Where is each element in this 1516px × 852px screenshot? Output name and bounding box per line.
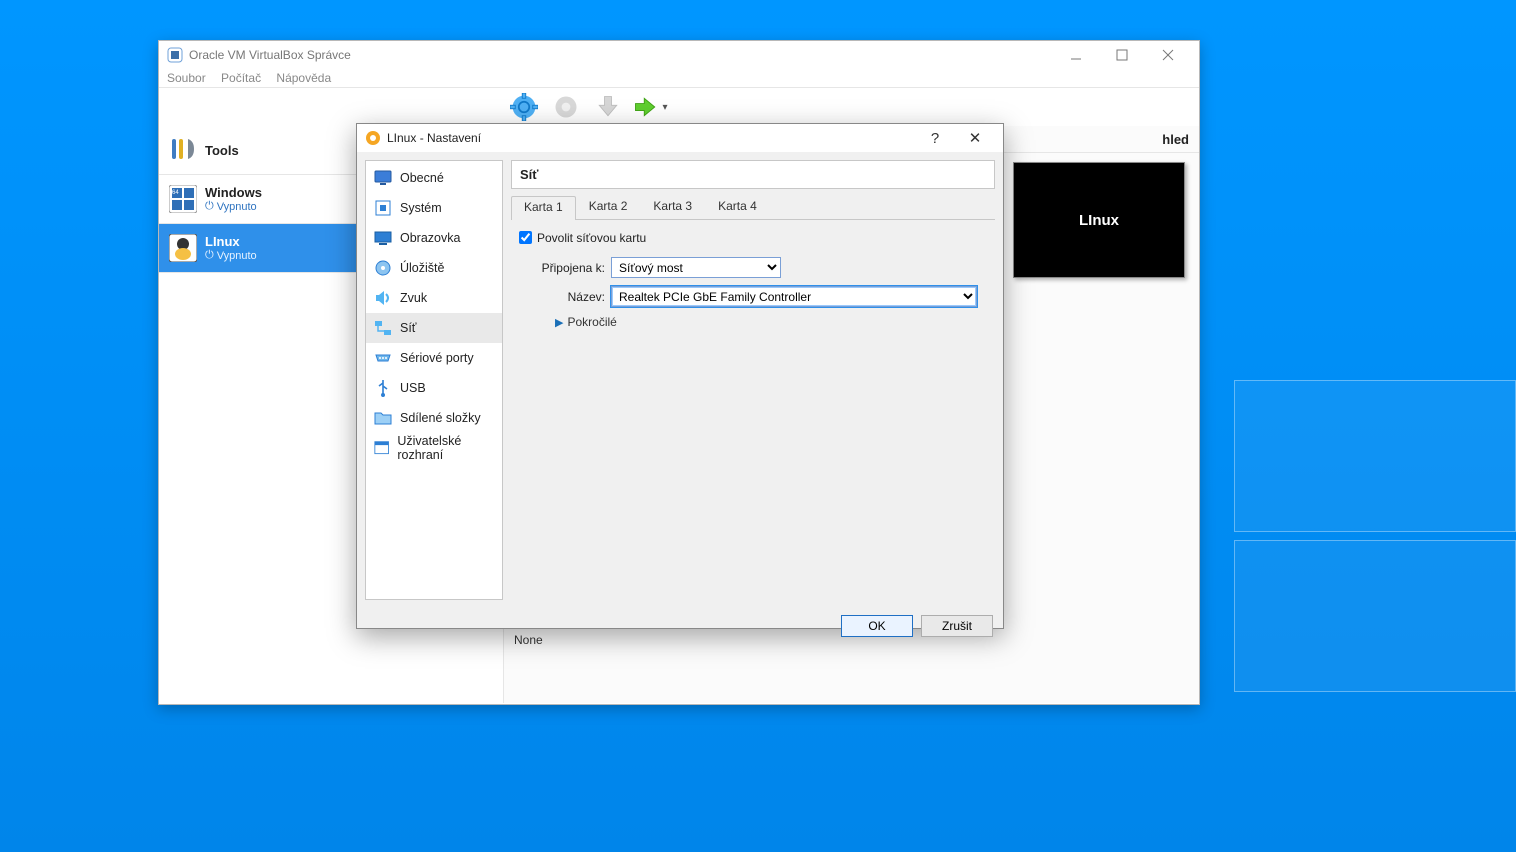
minimize-icon (1070, 49, 1082, 61)
serial-port-icon (374, 349, 392, 367)
settings-nav: Obecné Systém Obrazovka Úložiště Zvuk Sí… (365, 160, 503, 600)
menu-help[interactable]: Nápověda (276, 71, 331, 85)
ok-button[interactable]: OK (841, 615, 913, 637)
dialog-help-button[interactable]: ? (915, 124, 955, 152)
nav-general[interactable]: Obecné (366, 163, 502, 193)
gear-gray-icon (552, 93, 580, 121)
menu-machine[interactable]: Počítač (221, 71, 261, 85)
desktop-decoration (1234, 540, 1516, 692)
svg-text:64: 64 (171, 238, 178, 244)
nav-usb[interactable]: USB (366, 373, 502, 403)
advanced-label: Pokročilé (567, 315, 616, 329)
nav-label: Úložiště (400, 261, 444, 275)
svg-text:64: 64 (172, 190, 179, 196)
enable-adapter-checkbox[interactable] (519, 231, 532, 244)
minimize-button[interactable] (1053, 41, 1099, 69)
nav-label: Sériové porty (400, 351, 474, 365)
nav-label: Systém (400, 201, 442, 215)
tab-adapter-3[interactable]: Karta 3 (640, 195, 705, 219)
tools-label: Tools (205, 143, 239, 158)
advanced-expander[interactable]: ▶ Pokročilé (555, 315, 991, 329)
discard-button[interactable] (587, 89, 629, 125)
gear-blue-icon (510, 93, 538, 121)
nav-network[interactable]: Síť (366, 313, 502, 343)
nav-label: Zvuk (400, 291, 427, 305)
virtualbox-icon (167, 47, 183, 63)
nav-label: USB (400, 381, 426, 395)
tab-adapter-4[interactable]: Karta 4 (705, 195, 770, 219)
window-title: Oracle VM VirtualBox Správce (189, 48, 351, 62)
maximize-button[interactable] (1099, 41, 1145, 69)
settings-button[interactable] (545, 89, 587, 125)
dialog-title: LInux - Nastavení (387, 131, 481, 145)
nav-ui[interactable]: Uživatelské rozhraní (366, 433, 502, 463)
nav-label: Síť (400, 321, 417, 335)
window-titlebar[interactable]: Oracle VM VirtualBox Správce (159, 41, 1199, 69)
arrow-down-icon (594, 93, 622, 121)
vm-preview[interactable]: LInux (1013, 162, 1185, 278)
nav-audio[interactable]: Zvuk (366, 283, 502, 313)
attached-to-select[interactable]: Síťový most (611, 257, 781, 278)
power-icon: ⏻ (205, 249, 214, 262)
adapter-form: Povolit síťovou kartu Připojena k: Síťov… (511, 220, 995, 337)
windows-os-icon: 64 (169, 185, 197, 213)
folder-icon (374, 409, 392, 427)
nav-label: Obecné (400, 171, 444, 185)
adapter-name-select[interactable]: Realtek PCIe GbE Family Controller (611, 286, 977, 307)
settings-panel: Síť Karta 1 Karta 2 Karta 3 Karta 4 Povo… (511, 160, 995, 600)
panel-title: Síť (511, 160, 995, 189)
maximize-icon (1116, 49, 1128, 61)
enable-adapter-label: Povolit síťovou kartu (537, 231, 646, 245)
nav-display[interactable]: Obrazovka (366, 223, 502, 253)
nav-label: Sdílené složky (400, 411, 481, 425)
power-icon: ⏻ (205, 200, 214, 213)
disc-icon (374, 259, 392, 277)
arrow-right-green-icon (632, 93, 660, 121)
dialog-close-button[interactable]: ✕ (955, 124, 995, 152)
speaker-icon (374, 289, 392, 307)
nav-shared-folders[interactable]: Sdílené složky (366, 403, 502, 433)
usb-icon (374, 379, 392, 397)
close-button[interactable] (1145, 41, 1191, 69)
vm-name: LInux (205, 234, 257, 249)
vm-state: ⏻Vypnuto (205, 249, 257, 262)
ui-icon (374, 439, 389, 457)
adapter-tabs: Karta 1 Karta 2 Karta 3 Karta 4 (511, 195, 995, 220)
monitor-icon (374, 169, 392, 187)
vm-state: ⏻Vypnuto (205, 200, 262, 213)
tab-adapter-1[interactable]: Karta 1 (511, 196, 576, 220)
new-button[interactable] (503, 89, 545, 125)
tools-icon (169, 135, 197, 166)
toolbar: ▾ (159, 87, 1199, 126)
enable-adapter-row: Povolit síťovou kartu (515, 228, 991, 247)
nav-system[interactable]: Systém (366, 193, 502, 223)
chevron-down-icon: ▾ (662, 102, 667, 113)
adapter-name-label: Název: (515, 290, 605, 304)
settings-dialog-icon (365, 130, 381, 146)
menu-file[interactable]: Soubor (167, 71, 206, 85)
nav-storage[interactable]: Úložiště (366, 253, 502, 283)
nav-label: Obrazovka (400, 231, 460, 245)
expander-triangle-icon: ▶ (555, 316, 563, 329)
tab-adapter-2[interactable]: Karta 2 (576, 195, 641, 219)
display-icon (374, 229, 392, 247)
vm-name: Windows (205, 185, 262, 200)
close-icon (1162, 49, 1174, 61)
start-button[interactable]: ▾ (629, 89, 671, 125)
nav-label: Uživatelské rozhraní (397, 434, 494, 462)
cancel-button[interactable]: Zrušit (921, 615, 993, 637)
dialog-button-row: OK Zrušit (357, 608, 1003, 644)
nav-serial[interactable]: Sériové porty (366, 343, 502, 373)
linux-os-icon: 64 (169, 234, 197, 262)
attached-to-label: Připojena k: (515, 261, 605, 275)
menubar: Soubor Počítač Nápověda (159, 69, 1199, 87)
settings-dialog: LInux - Nastavení ? ✕ Obecné Systém Obra… (356, 123, 1004, 629)
network-icon (374, 319, 392, 337)
dialog-titlebar[interactable]: LInux - Nastavení ? ✕ (357, 124, 1003, 152)
chip-icon (374, 199, 392, 217)
desktop-decoration (1234, 380, 1516, 532)
